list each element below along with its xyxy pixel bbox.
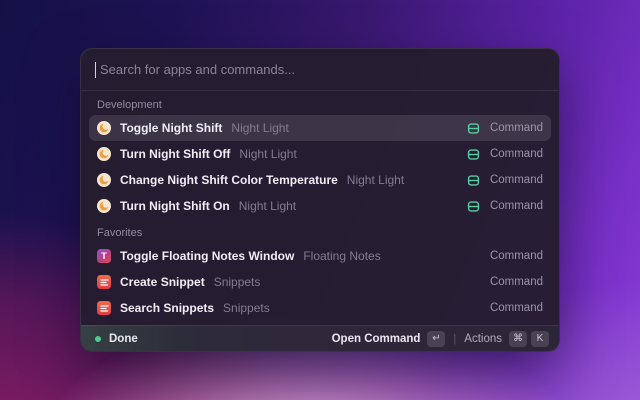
- night-light-extension-icon: [467, 200, 480, 213]
- status-dot: [95, 336, 101, 342]
- item-title: Search Snippets: [120, 301, 214, 315]
- raycast-launcher-window: Development Toggle Night Shift Night Lig…: [80, 48, 560, 352]
- item-title: Create Snippet: [120, 275, 205, 289]
- item-subtitle: Night Light: [231, 121, 288, 135]
- section-header-favorites: Favorites: [89, 219, 551, 243]
- open-command-button[interactable]: Open Command: [332, 333, 421, 345]
- item-subtitle: Floating Notes: [303, 249, 380, 263]
- item-subtitle: Snippets: [223, 301, 270, 315]
- item-type-label: Command: [490, 200, 543, 212]
- status-bar: Done Open Command ↵ | Actions ⌘ K: [81, 325, 559, 351]
- status-text: Done: [109, 333, 138, 345]
- night-light-icon: [97, 147, 111, 161]
- actions-button[interactable]: Actions: [464, 333, 502, 345]
- section-header-development: Development: [89, 91, 551, 115]
- night-light-extension-icon: [467, 148, 480, 161]
- item-type-label: Command: [490, 250, 543, 262]
- item-title: Turn Night Shift On: [120, 199, 230, 213]
- return-key-badge: ↵: [427, 331, 445, 347]
- item-title: Toggle Night Shift: [120, 121, 222, 135]
- snippets-icon: [97, 301, 111, 315]
- item-subtitle: Night Light: [239, 199, 296, 213]
- list-item-search-snippets[interactable]: Search Snippets Snippets Command: [89, 295, 551, 321]
- item-type-label: Command: [490, 174, 543, 186]
- night-light-extension-icon: [467, 122, 480, 135]
- footer-separator: |: [453, 333, 456, 345]
- item-type-label: Command: [490, 302, 543, 314]
- item-type-label: Command: [490, 276, 543, 288]
- night-light-extension-icon: [467, 174, 480, 187]
- search-input[interactable]: [98, 61, 545, 78]
- night-light-icon: [97, 199, 111, 213]
- list-item-create-snippet[interactable]: Create Snippet Snippets Command: [89, 269, 551, 295]
- item-subtitle: Snippets: [214, 275, 261, 289]
- night-light-icon: [97, 173, 111, 187]
- list-item-toggle-night-shift[interactable]: Toggle Night Shift Night Light Command: [89, 115, 551, 141]
- snippets-icon: [97, 275, 111, 289]
- list-item-toggle-floating-notes-window[interactable]: T Toggle Floating Notes Window Floating …: [89, 243, 551, 269]
- text-caret: [95, 62, 96, 78]
- item-subtitle: Night Light: [347, 173, 404, 187]
- search-bar[interactable]: [81, 49, 559, 91]
- list-item-turn-night-shift-off[interactable]: Turn Night Shift Off Night Light Command: [89, 141, 551, 167]
- night-light-icon: [97, 121, 111, 135]
- list-item-change-night-shift-color-temperature[interactable]: Change Night Shift Color Temperature Nig…: [89, 167, 551, 193]
- item-title: Toggle Floating Notes Window: [120, 249, 294, 263]
- cmd-key-badge: ⌘: [509, 331, 527, 347]
- floating-notes-icon: T: [97, 249, 111, 263]
- item-title: Turn Night Shift Off: [120, 147, 230, 161]
- item-title: Change Night Shift Color Temperature: [120, 173, 338, 187]
- item-type-label: Command: [490, 122, 543, 134]
- item-subtitle: Night Light: [239, 147, 296, 161]
- list-item-turn-night-shift-on[interactable]: Turn Night Shift On Night Light Command: [89, 193, 551, 219]
- command-list: Development Toggle Night Shift Night Lig…: [81, 91, 559, 347]
- k-key-badge: K: [531, 331, 549, 347]
- desktop-wallpaper: Development Toggle Night Shift Night Lig…: [0, 0, 640, 400]
- item-type-label: Command: [490, 148, 543, 160]
